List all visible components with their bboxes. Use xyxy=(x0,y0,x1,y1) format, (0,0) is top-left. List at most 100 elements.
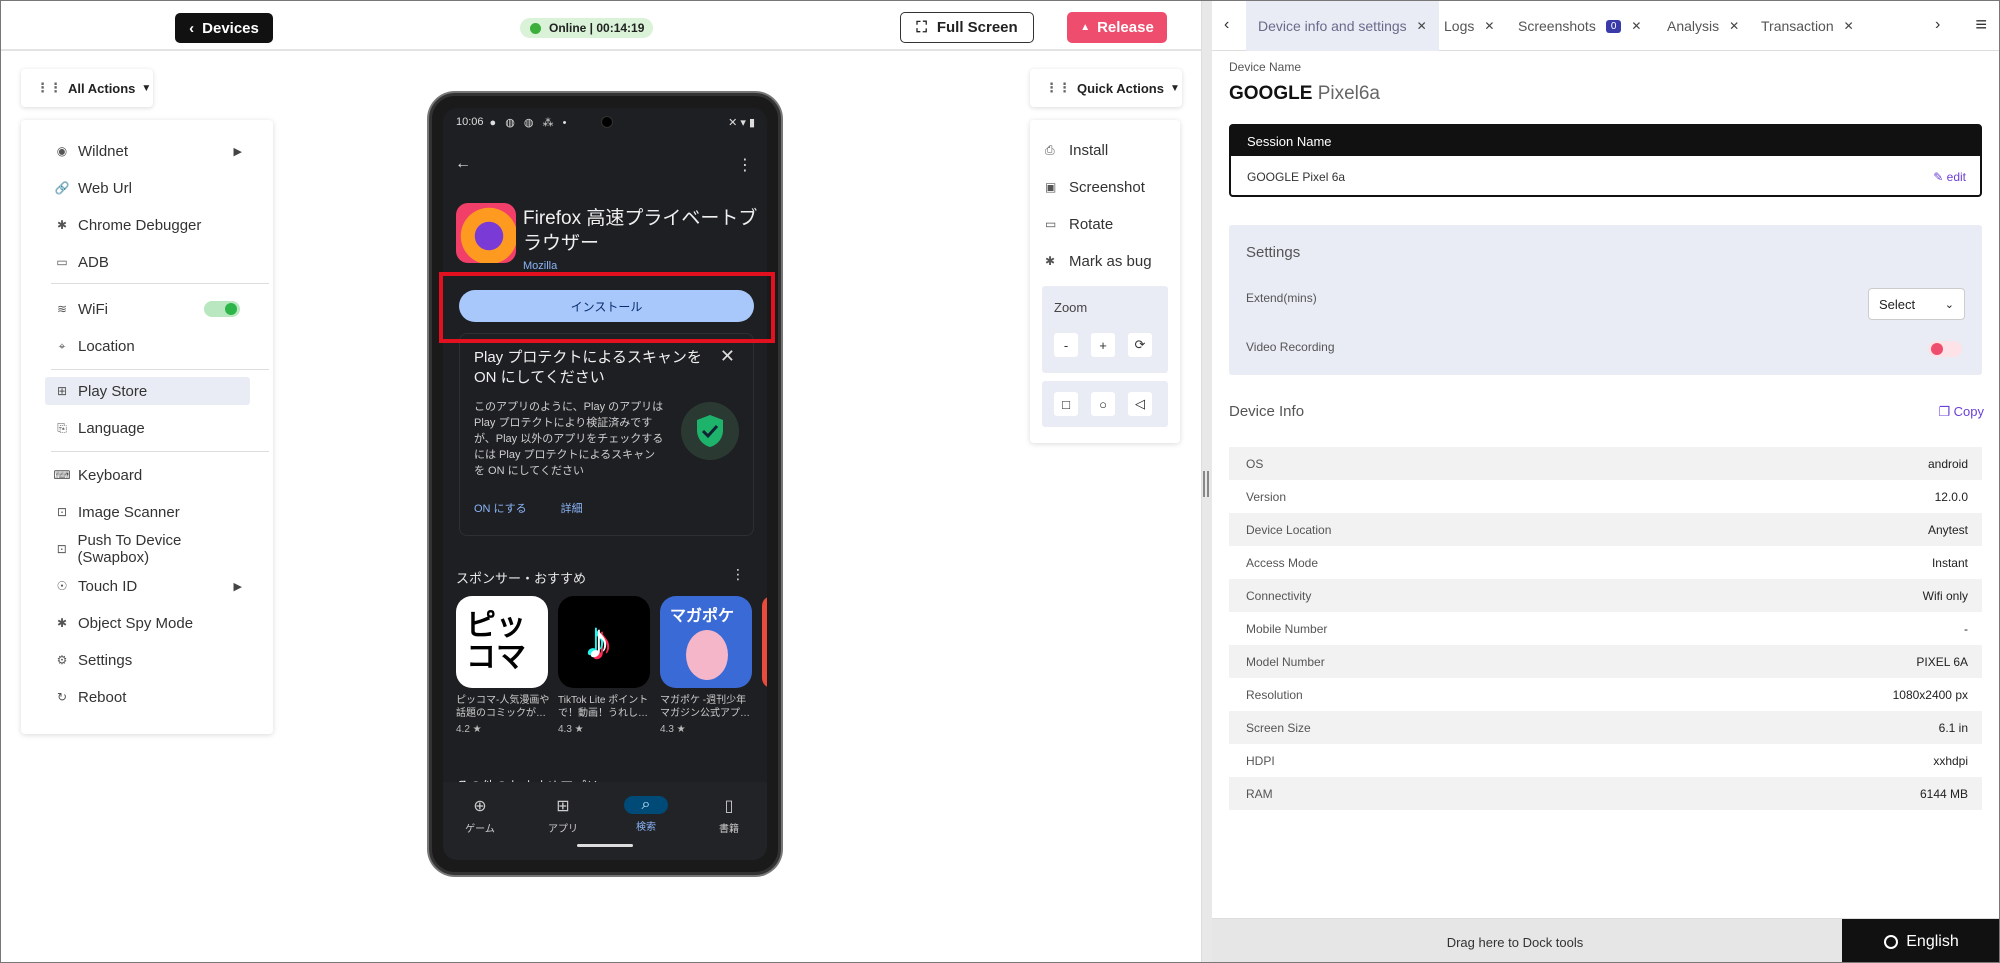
tab-label: Device info and settings xyxy=(1258,18,1407,34)
nav-search[interactable]: ⌕ 検索 xyxy=(616,796,676,833)
more-vert-icon[interactable]: ⋮ xyxy=(731,566,745,583)
close-icon[interactable]: ✕ xyxy=(1631,19,1641,33)
action-play-store[interactable]: ⊞ Play Store xyxy=(45,377,250,405)
action-chrome-debugger[interactable]: ✱ Chrome Debugger xyxy=(45,211,250,239)
recents-square-icon[interactable]: □ xyxy=(1054,392,1078,416)
info-key: Screen Size xyxy=(1246,720,1311,735)
tab-device-info[interactable]: Device info and settings ✕ xyxy=(1246,1,1439,51)
close-icon[interactable]: ✕ xyxy=(720,346,735,367)
quick-screenshot[interactable]: ▣ Screenshot xyxy=(1045,175,1145,199)
device-screen[interactable]: 10:06 ● ◍ ◍ ⁂ • ✕ ▾ ▮ ← ⋮ Firefox 高速プライベ… xyxy=(443,108,767,860)
action-object-spy[interactable]: ✱ Object Spy Mode xyxy=(45,609,250,637)
action-push-to-device[interactable]: ⊡ Push To Device (Swapbox) xyxy=(45,532,250,566)
table-row: Screen Size 6.1 in xyxy=(1229,711,1982,744)
grid-plus-icon: ⊞ xyxy=(56,384,68,398)
app-tile-magapoke[interactable]: マガポケ xyxy=(660,596,752,688)
home-indicator[interactable] xyxy=(577,844,633,847)
close-icon[interactable]: ✕ xyxy=(1417,19,1427,33)
nav-label: 検索 xyxy=(636,822,656,833)
action-wifi[interactable]: ≋ WiFi xyxy=(45,295,250,323)
home-circle-icon[interactable]: ○ xyxy=(1091,392,1115,416)
info-value: 6144 MB xyxy=(1919,786,1968,801)
action-image-scanner[interactable]: ⊡ Image Scanner xyxy=(45,498,250,526)
nav-books[interactable]: ▯ 書籍 xyxy=(699,796,759,835)
table-row: Access Mode Instant xyxy=(1229,546,1982,579)
nav-label: ゲーム xyxy=(465,824,495,835)
action-label: Play Store xyxy=(78,382,148,400)
nav-label: 書籍 xyxy=(719,824,739,835)
action-web-url[interactable]: 🔗 Web Url xyxy=(45,174,250,202)
action-label: Location xyxy=(78,337,135,355)
action-touch-id[interactable]: ☉ Touch ID ▶ xyxy=(45,572,250,600)
devices-back-button[interactable]: ‹ Devices xyxy=(175,13,273,43)
language-button[interactable]: English xyxy=(1842,919,1999,962)
play-protect-card: Play プロテクトによるスキャンを ON にしてください ✕ このアプリのよう… xyxy=(459,333,754,536)
tab-bar: ‹ Device info and settings ✕ Logs ✕ Scre… xyxy=(1212,1,1999,51)
action-keyboard[interactable]: ⌨ Keyboard xyxy=(45,461,250,489)
nav-apps[interactable]: ⊞ アプリ xyxy=(533,796,593,835)
video-recording-toggle[interactable] xyxy=(1928,341,1962,357)
quick-mark-bug[interactable]: ✱ Mark as bug xyxy=(1045,249,1152,273)
splitter-handle[interactable] xyxy=(1203,471,1209,497)
dock-drop-zone[interactable]: Drag here to Dock tools English xyxy=(1212,918,1999,962)
quick-action-label: Mark as bug xyxy=(1069,252,1152,270)
piccoma-logo-icon: ピッ コマ xyxy=(466,609,526,674)
close-icon[interactable]: ✕ xyxy=(1484,19,1494,33)
more-vert-icon[interactable]: ⋮ xyxy=(737,155,753,175)
close-icon[interactable]: ✕ xyxy=(1729,19,1739,33)
session-edit-link[interactable]: ✎ edit xyxy=(1933,170,1966,184)
app-developer[interactable]: Mozilla xyxy=(523,260,557,272)
info-value: android xyxy=(1927,456,1968,471)
location-pin-icon: ⌖ xyxy=(58,338,66,353)
action-label: Object Spy Mode xyxy=(78,614,194,632)
action-language[interactable]: ⎘ Language xyxy=(45,414,250,442)
zoom-in-button[interactable]: + xyxy=(1091,333,1115,357)
app-tile-piccoma[interactable]: ピッ コマ xyxy=(456,596,548,688)
quick-actions-dropdown[interactable]: ⋮⋮ Quick Actions ▼ xyxy=(1030,69,1182,107)
close-icon[interactable]: ✕ xyxy=(1844,19,1854,33)
copy-button[interactable]: ❐ Copy xyxy=(1938,404,1984,420)
back-arrow-icon[interactable]: ← xyxy=(455,155,471,173)
copy-icon: ❐ xyxy=(1938,404,1951,419)
action-reboot[interactable]: ↻ Reboot xyxy=(45,683,250,711)
battery-wifi-icons: ✕ ▾ ▮ xyxy=(728,116,755,129)
chevron-right-icon[interactable]: › xyxy=(1935,16,1940,34)
action-location[interactable]: ⌖ Location xyxy=(45,332,250,360)
table-row: Version 12.0.0 xyxy=(1229,480,1982,513)
chevron-left-icon[interactable]: ‹ xyxy=(1224,16,1229,34)
app-tile-partial[interactable] xyxy=(762,596,767,688)
quick-install[interactable]: ⎙ Install xyxy=(1045,138,1108,162)
protect-on-link[interactable]: ON にする xyxy=(474,500,527,516)
caret-down-icon: ▼ xyxy=(141,82,152,94)
action-wildnet[interactable]: ◉ Wildnet ▶ xyxy=(45,137,250,165)
app-tile-name: マガポケ -週刊少年マガジン公式アプ… xyxy=(660,695,750,719)
extend-select[interactable]: Select ⌄ xyxy=(1868,288,1965,320)
phone-install-button[interactable]: インストール xyxy=(459,290,754,322)
app-title: Firefox 高速プライベートブラウザー xyxy=(523,208,758,254)
tab-screenshots[interactable]: Screenshots 0 ✕ xyxy=(1506,1,1653,51)
full-screen-button[interactable]: ⛶ Full Screen xyxy=(900,12,1034,43)
nav-games[interactable]: ⊕ ゲーム xyxy=(450,796,510,835)
quick-rotate[interactable]: ▭ Rotate xyxy=(1045,212,1113,236)
all-actions-dropdown[interactable]: ⋮⋮ All Actions ▼ xyxy=(21,69,153,107)
hamburger-menu-icon[interactable]: ≡ xyxy=(1975,14,1987,37)
tab-transaction[interactable]: Transaction ✕ xyxy=(1749,1,1866,51)
wifi-toggle[interactable] xyxy=(204,301,240,317)
table-row: HDPI xxhdpi xyxy=(1229,744,1982,777)
all-actions-label: All Actions xyxy=(68,80,136,96)
tab-logs[interactable]: Logs ✕ xyxy=(1432,1,1506,51)
zoom-out-button[interactable]: - xyxy=(1054,333,1078,357)
action-adb[interactable]: ▭ ADB xyxy=(45,248,250,276)
link-icon: 🔗 xyxy=(54,181,70,195)
app-tile-tiktok[interactable]: ♪ xyxy=(558,596,650,688)
release-button[interactable]: ▲ Release xyxy=(1067,12,1167,43)
tab-analysis[interactable]: Analysis ✕ xyxy=(1655,1,1751,51)
zoom-reset-button[interactable]: ⟳ xyxy=(1128,333,1152,357)
divider xyxy=(51,283,269,284)
action-settings[interactable]: ⚙ Settings xyxy=(45,646,250,674)
zoom-label: Zoom xyxy=(1054,300,1088,315)
device-info-table: OS android Version 12.0.0 Device Location A… xyxy=(1229,447,1982,810)
protect-details-link[interactable]: 詳細 xyxy=(561,500,583,516)
info-value: Wifi only xyxy=(1922,588,1968,603)
back-triangle-icon[interactable]: ◁ xyxy=(1128,392,1152,416)
